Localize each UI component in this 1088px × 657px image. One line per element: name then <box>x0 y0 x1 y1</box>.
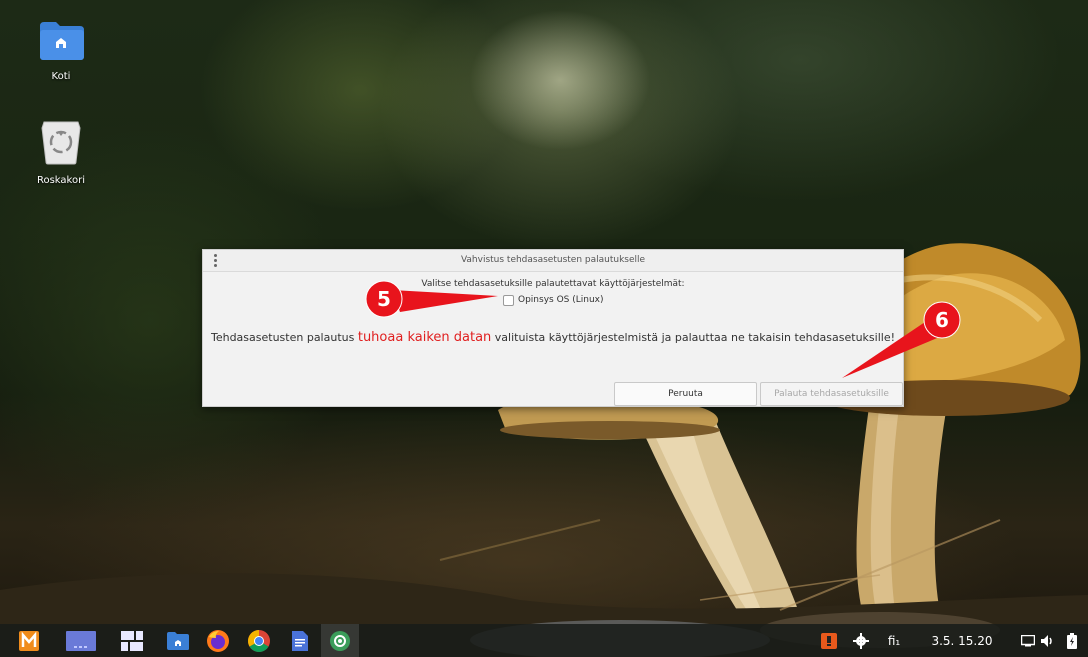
battery-charging-icon <box>1067 632 1077 649</box>
update-notifier-icon <box>821 632 837 649</box>
tray-display-button[interactable] <box>1018 624 1038 657</box>
tray-volume-button[interactable] <box>1038 624 1058 657</box>
text-editor-button[interactable] <box>285 624 315 657</box>
reset-warning-text: Tehdasasetusten palautus tuhoaa kaiken d… <box>203 330 903 345</box>
desktop-icon-label: Roskakori <box>36 175 85 186</box>
dialog-titlebar[interactable]: Vahvistus tehdasasetusten palautukselle <box>203 250 903 272</box>
tray-battery-button[interactable] <box>1062 624 1082 657</box>
window-overview-button[interactable] <box>117 624 147 657</box>
app-menu-button[interactable] <box>14 624 44 657</box>
firefox-icon <box>207 629 229 652</box>
clock[interactable]: 3.5. 15.20 <box>924 624 1000 657</box>
chrome-button[interactable] <box>244 624 274 657</box>
volume-icon <box>1041 634 1052 647</box>
os-option-opinsys[interactable]: Opinsys OS (Linux) <box>503 293 604 307</box>
window-overview-icon <box>121 630 143 651</box>
file-manager-button[interactable] <box>163 624 193 657</box>
workspace-icon <box>66 630 96 651</box>
taskbar: fi₁ 3.5. 15.20 <box>0 624 1088 657</box>
gear-icon <box>853 632 869 649</box>
screenshot-tool-button[interactable] <box>321 624 359 657</box>
tray-update-button[interactable] <box>818 624 840 657</box>
factory-reset-button[interactable]: Palauta tehdasasetuksille <box>760 382 903 406</box>
display-icon <box>1021 634 1035 646</box>
dialog-title: Vahvistus tehdasasetusten palautukselle <box>460 255 646 265</box>
desktop-icon-home[interactable]: Koti <box>29 18 93 82</box>
factory-reset-dialog: Vahvistus tehdasasetusten palautukselle … <box>202 249 904 407</box>
warning-text-start: Tehdasasetusten palautus <box>210 331 358 344</box>
warning-text-end: valituista käyttöjärjestelmistä ja palau… <box>491 331 895 344</box>
cancel-button[interactable]: Peruuta <box>614 382 757 406</box>
warning-highlight: tuhoaa kaiken datan <box>357 330 492 345</box>
firefox-button[interactable] <box>203 624 233 657</box>
workspace-switcher[interactable] <box>64 624 98 657</box>
folder-home-icon <box>29 18 93 65</box>
document-icon <box>292 630 308 651</box>
chrome-icon <box>248 629 270 652</box>
trash-icon <box>29 118 93 169</box>
menu-m-icon <box>19 630 39 651</box>
os-select-prompt: Valitse tehdasasetuksille palautettavat … <box>421 279 685 289</box>
keyboard-layout-indicator[interactable]: fi₁ <box>882 624 906 657</box>
folder-home-icon <box>167 631 189 650</box>
screenshot-icon <box>330 630 350 651</box>
desktop-icon-trash[interactable]: Roskakori <box>29 118 93 186</box>
tray-settings-button[interactable] <box>850 624 872 657</box>
desktop-icon-label: Koti <box>51 71 71 82</box>
os-option-checkbox[interactable] <box>503 294 514 306</box>
os-option-label: Opinsys OS (Linux) <box>518 295 604 305</box>
